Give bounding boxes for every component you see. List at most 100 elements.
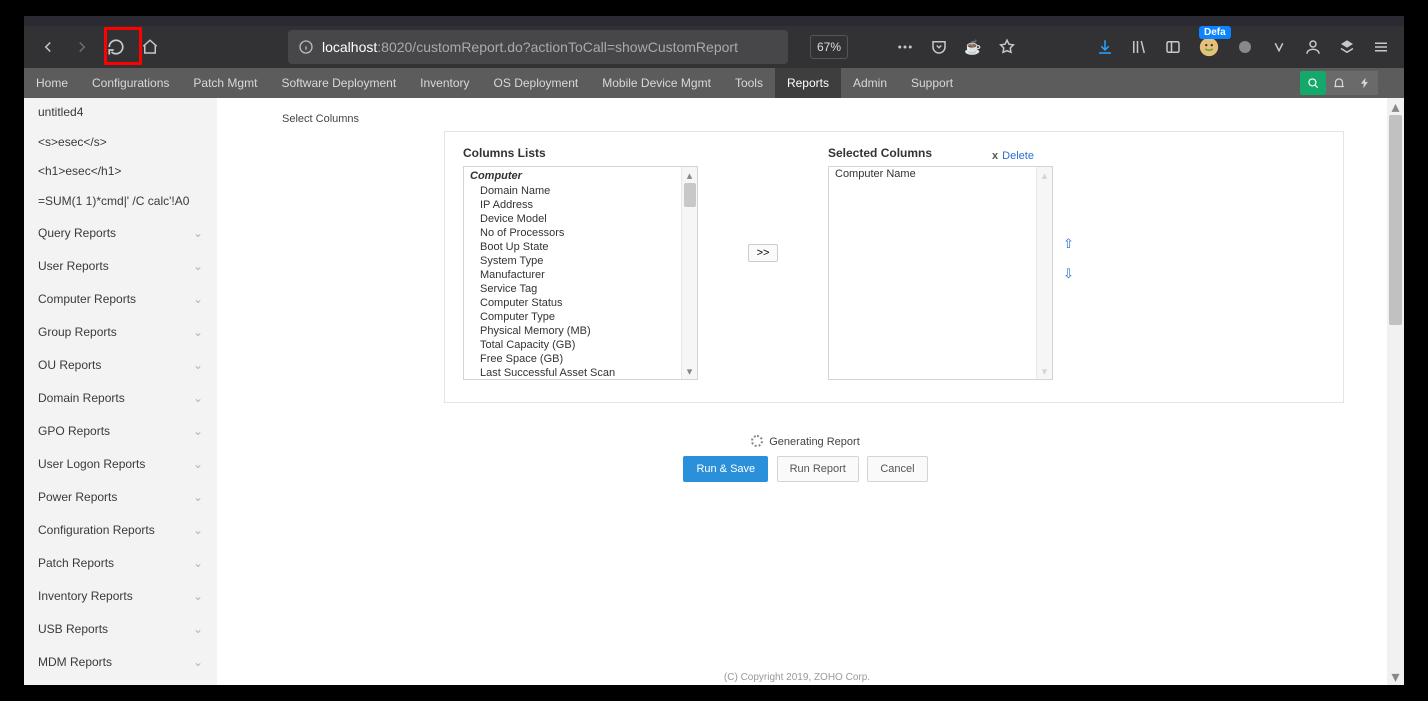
back-button[interactable] bbox=[32, 31, 64, 63]
column-option[interactable]: Total Capacity (GB) bbox=[464, 338, 697, 352]
page-actions-icon[interactable] bbox=[890, 32, 920, 62]
sidebar-item-group-reports[interactable]: Group Reports⌄ bbox=[24, 315, 217, 348]
column-group-header: Computer bbox=[464, 167, 697, 184]
listbox-scroll-up-icon[interactable]: ▴ bbox=[1037, 167, 1052, 183]
column-option[interactable]: Domain Name bbox=[464, 184, 697, 198]
sidebar-item-usb-reports[interactable]: USB Reports⌄ bbox=[24, 612, 217, 645]
sidebar-item-computer-reports[interactable]: Computer Reports⌄ bbox=[24, 282, 217, 315]
sidebar-item-label: Domain Reports bbox=[38, 391, 125, 405]
sidebar-item-ou-reports[interactable]: OU Reports⌄ bbox=[24, 348, 217, 381]
nav-item-mobile-device-mgmt[interactable]: Mobile Device Mgmt bbox=[590, 68, 723, 98]
nav-item-configurations[interactable]: Configurations bbox=[80, 68, 181, 98]
move-right-button[interactable]: >> bbox=[748, 244, 779, 262]
listbox-scrollbar[interactable]: ▴ ▾ bbox=[1036, 167, 1052, 379]
column-option[interactable]: Computer Type bbox=[464, 310, 697, 324]
nav-search-icon[interactable] bbox=[1300, 71, 1326, 95]
nav-item-software-deployment[interactable]: Software Deployment bbox=[269, 68, 408, 98]
url-bar[interactable]: localhost:8020/customReport.do?actionToC… bbox=[288, 30, 788, 64]
selected-column[interactable]: Computer Name bbox=[829, 167, 1052, 181]
listbox-scroll-up-icon[interactable]: ▴ bbox=[682, 167, 697, 183]
sidebar-item-inventory-reports[interactable]: Inventory Reports⌄ bbox=[24, 579, 217, 612]
listbox-scroll-down-icon[interactable]: ▾ bbox=[682, 363, 697, 379]
sidebar-item-power-reports[interactable]: Power Reports⌄ bbox=[24, 480, 217, 513]
sidebar-item-label: MDM Reports bbox=[38, 655, 112, 669]
extension1-icon[interactable] bbox=[1230, 32, 1260, 62]
scroll-down-icon[interactable]: ▾ bbox=[1387, 668, 1404, 685]
nav-item-home[interactable]: Home bbox=[24, 68, 80, 98]
column-option[interactable]: System Type bbox=[464, 254, 697, 268]
sidebar-custom-report[interactable]: untitled4 bbox=[24, 98, 217, 128]
extension3-icon[interactable] bbox=[1332, 32, 1362, 62]
listbox-scroll-down-icon[interactable]: ▾ bbox=[1037, 363, 1052, 379]
home-button[interactable] bbox=[134, 31, 166, 63]
column-option[interactable]: Last Successful Asset Scan bbox=[464, 366, 697, 380]
nav-item-admin[interactable]: Admin bbox=[841, 68, 899, 98]
info-icon bbox=[298, 39, 314, 55]
move-down-icon[interactable]: ⇩ bbox=[1063, 266, 1074, 282]
cancel-button[interactable]: Cancel bbox=[867, 456, 927, 482]
listbox-scrollbar[interactable]: ▴ ▾ bbox=[681, 167, 697, 379]
hamburger-menu-icon[interactable] bbox=[1366, 32, 1396, 62]
reload-button[interactable] bbox=[100, 31, 132, 63]
url-host: localhost bbox=[322, 39, 377, 55]
zoom-level[interactable]: 67% bbox=[810, 35, 848, 59]
sidebar-custom-report[interactable]: <s>esec</s> bbox=[24, 128, 217, 158]
sidebar-item-label: Patch Reports bbox=[38, 556, 114, 570]
column-option[interactable]: Service Tag bbox=[464, 282, 697, 296]
chevron-down-icon: ⌄ bbox=[193, 457, 203, 471]
sidebar-item-query-reports[interactable]: Query Reports⌄ bbox=[24, 216, 217, 249]
nav-item-patch-mgmt[interactable]: Patch Mgmt bbox=[181, 68, 269, 98]
container-icon[interactable]: Defa bbox=[1192, 32, 1226, 62]
sidebar-item-mdm-reports[interactable]: MDM Reports⌄ bbox=[24, 645, 217, 678]
sidebar-item-user-logon-reports[interactable]: User Logon Reports⌄ bbox=[24, 447, 217, 480]
listbox-scroll-thumb[interactable] bbox=[684, 183, 696, 207]
sidebar-mini-scroll[interactable]: ▴▾ bbox=[216, 100, 217, 130]
sidebar-item-patch-reports[interactable]: Patch Reports⌄ bbox=[24, 546, 217, 579]
chevron-down-icon: ⌄ bbox=[193, 292, 203, 306]
nav-item-inventory[interactable]: Inventory bbox=[408, 68, 481, 98]
nav-item-support[interactable]: Support bbox=[899, 68, 965, 98]
run-save-button[interactable]: Run & Save bbox=[683, 456, 768, 482]
browser-toolbar: localhost:8020/customReport.do?actionToC… bbox=[24, 26, 1404, 68]
nav-item-os-deployment[interactable]: OS Deployment bbox=[482, 68, 591, 98]
column-option[interactable]: Free Space (GB) bbox=[464, 352, 697, 366]
column-option[interactable]: Boot Up State bbox=[464, 240, 697, 254]
nav-item-reports[interactable]: Reports bbox=[775, 68, 841, 98]
column-option[interactable]: IP Address bbox=[464, 198, 697, 212]
extension2-icon[interactable] bbox=[1264, 32, 1294, 62]
column-option[interactable]: Computer Status bbox=[464, 296, 697, 310]
browser-tabstrip[interactable] bbox=[24, 16, 1404, 26]
column-option[interactable]: Device Model bbox=[464, 212, 697, 226]
report-builder-main: Select Columns Columns Lists ComputerDom… bbox=[224, 98, 1387, 685]
delete-link[interactable]: xDelete bbox=[992, 150, 1034, 162]
nav-bolt-icon[interactable] bbox=[1352, 71, 1378, 95]
column-option[interactable]: Manufacturer bbox=[464, 268, 697, 282]
sidebar-item-user-reports[interactable]: User Reports⌄ bbox=[24, 249, 217, 282]
nav-bell-icon[interactable] bbox=[1326, 71, 1352, 95]
sidebar-custom-report[interactable]: =SUM(1 1)*cmd|' /C calc'!A0 bbox=[24, 187, 217, 217]
scroll-thumb[interactable] bbox=[1389, 115, 1402, 325]
library-icon[interactable] bbox=[1124, 32, 1154, 62]
available-columns-listbox[interactable]: ComputerDomain NameIP AddressDevice Mode… bbox=[463, 166, 698, 380]
sidebar-item-label: Query Reports bbox=[38, 226, 116, 240]
sidebar-item-configuration-reports[interactable]: Configuration Reports⌄ bbox=[24, 513, 217, 546]
url-rest: :8020/customReport.do?actionToCall=showC… bbox=[377, 39, 738, 55]
sidebar-item-label: GPO Reports bbox=[38, 424, 110, 438]
sidebar-custom-report[interactable]: <h1>esec</h1> bbox=[24, 157, 217, 187]
nav-item-tools[interactable]: Tools bbox=[723, 68, 775, 98]
column-option[interactable]: No of Processors bbox=[464, 226, 697, 240]
column-option[interactable]: Physical Memory (MB) bbox=[464, 324, 697, 338]
move-up-icon[interactable]: ⇧ bbox=[1063, 236, 1074, 252]
sidebar-item-domain-reports[interactable]: Domain Reports⌄ bbox=[24, 381, 217, 414]
selected-columns-listbox[interactable]: Computer Name ▴ ▾ bbox=[828, 166, 1053, 380]
java-icon[interactable]: ☕ bbox=[958, 32, 988, 62]
run-report-button[interactable]: Run Report bbox=[777, 456, 859, 482]
bookmark-star-icon[interactable] bbox=[992, 32, 1022, 62]
scroll-up-icon[interactable]: ▴ bbox=[1387, 98, 1404, 115]
pocket-icon[interactable] bbox=[924, 32, 954, 62]
page-scrollbar[interactable]: ▴ ▾ bbox=[1387, 98, 1404, 685]
downloads-icon[interactable] bbox=[1090, 32, 1120, 62]
sidebar-item-gpo-reports[interactable]: GPO Reports⌄ bbox=[24, 414, 217, 447]
sidebar-icon[interactable] bbox=[1158, 32, 1188, 62]
account-icon[interactable] bbox=[1298, 32, 1328, 62]
